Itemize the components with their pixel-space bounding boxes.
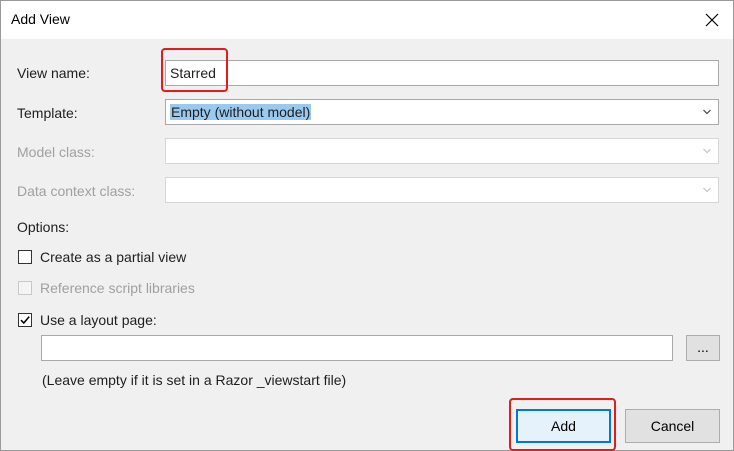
options-label: Options: <box>17 219 70 235</box>
chevron-down-icon <box>703 148 711 154</box>
close-button[interactable] <box>699 7 725 33</box>
layout-page-input[interactable] <box>41 335 673 361</box>
partial-view-checkbox[interactable] <box>18 250 32 264</box>
data-context-label: Data context class: <box>17 183 136 199</box>
close-icon <box>705 13 719 27</box>
layout-page-label: Use a layout page: <box>40 312 157 328</box>
view-name-value: Starred <box>170 65 216 81</box>
layout-hint: (Leave empty if it is set in a Razor _vi… <box>42 372 347 388</box>
model-class-label: Model class: <box>17 144 95 160</box>
script-libraries-checkbox <box>18 281 32 295</box>
add-view-dialog: Add View View name: Starred Template: Em… <box>0 0 734 451</box>
model-class-select <box>165 138 719 164</box>
dialog-title: Add View <box>11 11 70 27</box>
layout-page-checkbox[interactable] <box>18 313 32 327</box>
script-libraries-label: Reference script libraries <box>40 280 195 296</box>
title-bar: Add View <box>1 1 733 39</box>
browse-button[interactable]: ... <box>686 335 720 361</box>
template-label: Template: <box>17 105 78 121</box>
add-button[interactable]: Add <box>516 409 611 443</box>
partial-view-label: Create as a partial view <box>40 249 187 265</box>
view-name-input[interactable]: Starred <box>165 60 719 86</box>
template-value: Empty (without model) <box>170 104 312 120</box>
view-name-label: View name: <box>17 65 90 81</box>
chevron-down-icon <box>703 187 711 193</box>
cancel-button[interactable]: Cancel <box>625 409 720 443</box>
template-select[interactable]: Empty (without model) <box>165 99 719 125</box>
checkmark-icon <box>20 316 30 325</box>
chevron-down-icon <box>703 109 711 115</box>
data-context-select <box>165 177 719 203</box>
